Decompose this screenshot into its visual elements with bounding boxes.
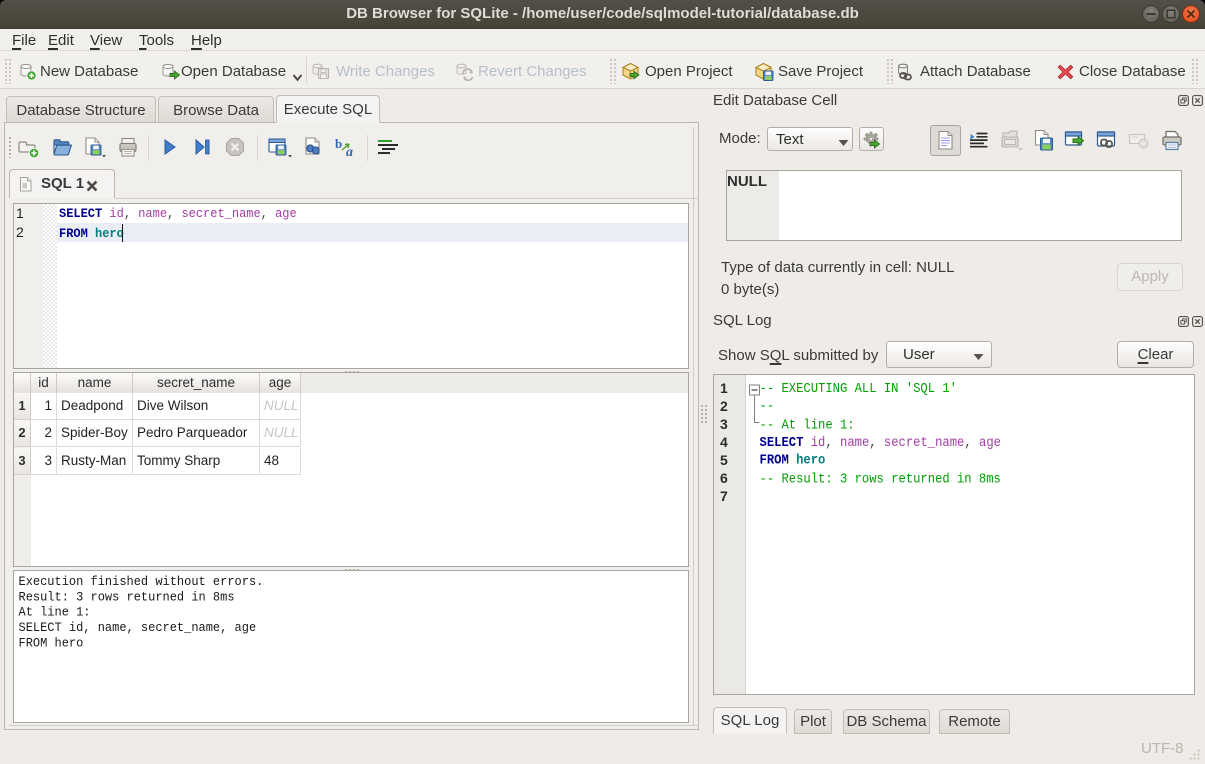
svg-text:b: b <box>335 136 342 151</box>
svg-text:a: a <box>346 145 353 160</box>
